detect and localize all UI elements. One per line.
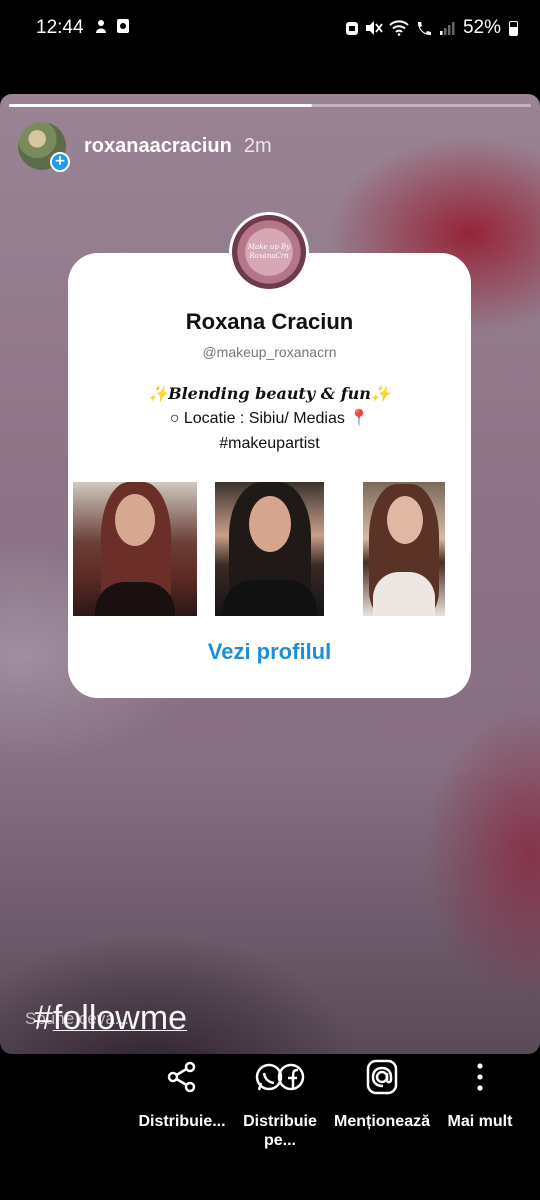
reply-input[interactable]: Spune ceva...: [25, 1009, 129, 1029]
wifi-calling-icon: [417, 22, 431, 35]
bio-line-location: ○ Locatie : Sibiu/ Medias 📍: [169, 410, 370, 427]
battery-icon: [509, 20, 518, 36]
story-time-ago: 2m: [243, 134, 272, 157]
story-header: + roxanaacraciun 2m: [18, 122, 272, 172]
view-profile-button[interactable]: Vezi profilul: [68, 639, 471, 665]
more-vertical-icon: [428, 1056, 532, 1098]
status-right-icons: 52%: [345, 17, 518, 39]
status-time: 12:44: [36, 17, 84, 38]
mention-label: Menționează: [333, 1113, 430, 1130]
story-progress-fill: [9, 104, 312, 107]
card-photo: [73, 482, 197, 616]
card-bio: ✨𝑩𝒍𝒆𝒏𝒅𝒊𝒏𝒈 𝒃𝒆𝒂𝒖𝒕𝒚 & 𝒇𝒖𝒏✨ ○ Locatie : Sibi…: [68, 381, 471, 456]
card-photo: [363, 482, 445, 616]
status-left-icons: [94, 18, 130, 34]
mention-icon: [330, 1056, 434, 1098]
story-actions-bar: Distribuie... Distribuie pe... Menționea…: [130, 1055, 540, 1165]
mention-button[interactable]: Menționează: [330, 1055, 434, 1131]
wifi-icon: [389, 20, 409, 36]
card-avatar-logo-text: Make up By RoxanaCrn: [247, 243, 291, 260]
card-photo-grid: [73, 482, 466, 616]
story-progress-bar: [9, 104, 531, 107]
share-to-button[interactable]: Distribuie pe...: [228, 1055, 332, 1150]
more-button[interactable]: Mai mult: [428, 1055, 532, 1131]
bio-line-tagline: ✨𝑩𝒍𝒆𝒏𝒅𝒊𝒏𝒈 𝒃𝒆𝒂𝒖𝒕𝒚 & 𝒇𝒖𝒏✨: [148, 384, 391, 403]
share-icon: [130, 1056, 234, 1098]
alarm-icon: [345, 22, 358, 35]
makeup-logo-icon: Make up By RoxanaCrn: [232, 215, 306, 289]
battery-percent: 52%: [462, 17, 501, 38]
avatar[interactable]: +: [18, 122, 70, 172]
card-avatar: Make up By RoxanaCrn: [229, 212, 309, 292]
story-username[interactable]: roxanaacraciun: [84, 135, 232, 158]
profile-card[interactable]: Make up By RoxanaCrn Roxana Craciun @mak…: [68, 212, 471, 698]
share-button[interactable]: Distribuie...: [130, 1055, 234, 1131]
card-profile-name: Roxana Craciun: [185, 309, 354, 334]
signal-icon: [439, 22, 455, 35]
share-to-label: Distribuie pe...: [243, 1113, 317, 1149]
status-bar: 12:44 52%: [0, 0, 540, 44]
story-view[interactable]: + roxanaacraciun 2m Make up By RoxanaCrn…: [0, 94, 540, 1054]
whatsapp-facebook-icon: [228, 1056, 332, 1098]
card-profile-handle: @makeup_roxanacrn: [202, 344, 337, 360]
notification-icon: [96, 20, 106, 33]
card-photo: [215, 482, 324, 616]
more-label: Mai mult: [447, 1113, 513, 1130]
screenshot-icon: [117, 19, 129, 33]
share-label: Distribuie...: [138, 1113, 226, 1130]
bio-line-hashtag: #makeupartist: [219, 435, 320, 452]
mute-icon: [365, 21, 383, 35]
add-story-icon[interactable]: +: [50, 152, 70, 172]
